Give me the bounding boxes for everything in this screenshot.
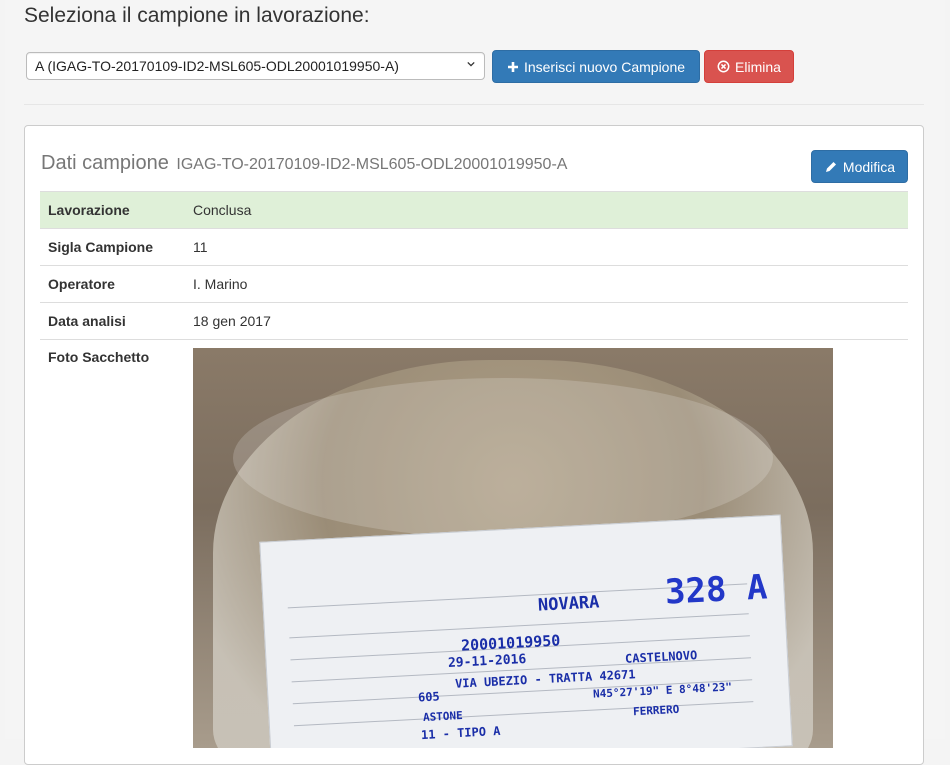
table-row: Operatore I. Marino <box>40 265 908 303</box>
handwriting-riferimento: 605 <box>417 689 441 705</box>
bag-photo: NOVARA 328 A 20001019950 29-11-2016 CAST… <box>193 348 833 748</box>
pencil-icon <box>825 161 836 172</box>
handwriting-code: 328 A <box>664 567 769 613</box>
delete-button[interactable]: Elimina <box>704 50 794 83</box>
chevron-down-icon <box>467 61 475 67</box>
add-sample-button[interactable]: Inserisci nuovo Campione <box>492 50 700 83</box>
edit-button[interactable]: Modifica <box>811 150 908 183</box>
details-table: Lavorazione Conclusa Sigla Campione 11 O… <box>40 191 908 748</box>
handwriting-co: NOVARA <box>537 592 600 616</box>
row-key: Data analisi <box>40 302 185 340</box>
page-title: Seleziona il campione in lavorazione: <box>24 4 370 27</box>
remove-circle-icon <box>717 60 730 73</box>
bag-shine <box>233 378 773 538</box>
sample-label-card <box>259 514 793 748</box>
delete-label: Elimina <box>735 58 781 75</box>
row-value: NOVARA 328 A 20001019950 29-11-2016 CAST… <box>185 339 908 748</box>
table-row-photo: Foto Sacchetto NOVARA 328 A 20001019950 … <box>40 339 908 748</box>
row-value: 11 <box>185 228 908 266</box>
row-key: Foto Sacchetto <box>40 339 185 748</box>
sample-details-panel: Dati campione IGAG-TO-20170109-ID2-MSL60… <box>24 125 924 765</box>
panel-title-text: Dati campione <box>41 152 169 174</box>
sample-select-value: A (IGAG-TO-20170109-ID2-MSL605-ODL200010… <box>35 58 399 74</box>
row-key: Sigla Campione <box>40 228 185 266</box>
row-value: 18 gen 2017 <box>185 302 908 340</box>
row-value: Conclusa <box>185 191 908 229</box>
plus-icon <box>507 61 518 72</box>
row-value: I. Marino <box>185 265 908 303</box>
edit-label: Modifica <box>842 158 896 175</box>
panel-title: Dati campione IGAG-TO-20170109-ID2-MSL60… <box>41 152 567 175</box>
table-row: Lavorazione Conclusa <box>40 191 908 229</box>
sample-id: IGAG-TO-20170109-ID2-MSL605-ODL200010199… <box>176 156 568 173</box>
row-key: Lavorazione <box>40 191 185 229</box>
divider <box>24 104 924 105</box>
handwriting-tecnico: FERRERO <box>632 702 680 719</box>
handwriting-ditta: ASTONE <box>422 708 464 725</box>
row-key: Operatore <box>40 265 185 303</box>
table-row: Sigla Campione 11 <box>40 228 908 266</box>
add-sample-label: Inserisci nuovo Campione <box>523 58 686 75</box>
sample-select[interactable]: A (IGAG-TO-20170109-ID2-MSL605-ODL200010… <box>26 52 485 80</box>
table-row: Data analisi 18 gen 2017 <box>40 302 908 340</box>
